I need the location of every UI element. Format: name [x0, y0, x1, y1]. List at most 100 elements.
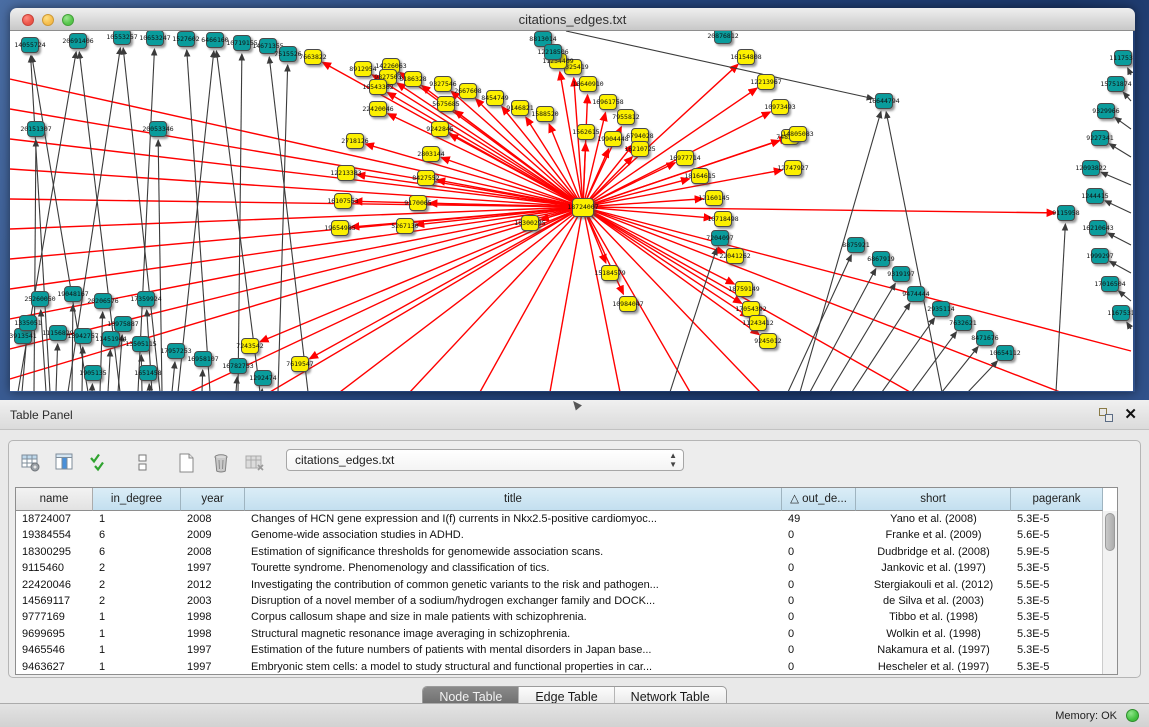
graph-node[interactable] — [1107, 76, 1125, 92]
graph-node[interactable] — [705, 190, 723, 206]
graph-node[interactable] — [996, 345, 1014, 361]
graph-node[interactable] — [521, 215, 539, 231]
network-canvas[interactable]: 1872400714226063891295498275031654336281… — [10, 31, 1133, 391]
delete-table-icon[interactable] — [209, 451, 233, 475]
graph-node[interactable] — [676, 150, 694, 166]
graph-node[interactable] — [233, 35, 251, 51]
row-height-icon[interactable] — [131, 451, 155, 475]
table-cell[interactable]: 1 — [93, 659, 181, 675]
table-row[interactable]: 911546021997Tourette syndrome. Phenomeno… — [16, 560, 1117, 576]
table-cell[interactable]: Estimation of significance thresholds fo… — [245, 544, 782, 560]
column-header[interactable]: △ out_de... — [782, 488, 856, 511]
table-row[interactable]: 1938455462009Genome-wide association stu… — [16, 527, 1117, 543]
network-window-titlebar[interactable]: citations_edges.txt — [10, 8, 1135, 31]
graph-node[interactable] — [167, 343, 185, 359]
table-cell[interactable]: 1 — [93, 626, 181, 642]
graph-node[interactable] — [976, 330, 994, 346]
table-cell[interactable]: 1998 — [181, 626, 245, 642]
table-cell[interactable]: 2 — [93, 560, 181, 576]
graph-node[interactable] — [726, 248, 744, 264]
table-cell[interactable]: Tourette syndrome. Phenomenology and cla… — [245, 560, 782, 576]
table-cell[interactable]: 2 — [93, 593, 181, 609]
table-cell[interactable]: 14569117 — [16, 593, 93, 609]
table-cell[interactable]: 9465546 — [16, 642, 93, 658]
table-settings-icon[interactable] — [19, 451, 43, 475]
table-cell[interactable]: 2 — [93, 577, 181, 593]
graph-node[interactable] — [631, 141, 649, 157]
graph-node[interactable] — [304, 49, 322, 65]
graph-node[interactable] — [932, 301, 950, 317]
graph-node[interactable] — [536, 106, 554, 122]
graph-node[interactable] — [1057, 205, 1075, 221]
graph-node[interactable] — [604, 131, 622, 147]
graph-node[interactable] — [577, 124, 595, 140]
graph-node[interactable] — [872, 251, 890, 267]
graph-node[interactable] — [1082, 160, 1100, 176]
graph-node[interactable] — [1089, 220, 1107, 236]
table-cell[interactable]: 0 — [782, 544, 856, 560]
graph-node[interactable] — [1114, 50, 1132, 66]
table-cell[interactable]: 5.9E-5 — [1011, 544, 1103, 560]
table-cell[interactable]: 18724007 — [16, 511, 93, 527]
select-all-icon[interactable] — [87, 451, 111, 475]
column-header[interactable]: short — [856, 488, 1011, 511]
graph-node[interactable] — [137, 291, 155, 307]
table-cell[interactable]: Corpus callosum shape and size in male p… — [245, 609, 782, 625]
table-cell[interactable]: 2009 — [181, 527, 245, 543]
table-cell[interactable]: Changes of HCN gene expression and I(f) … — [245, 511, 782, 527]
table-cell[interactable]: 1997 — [181, 642, 245, 658]
table-cell[interactable]: 6 — [93, 527, 181, 543]
graph-node[interactable] — [139, 365, 157, 381]
graph-node[interactable] — [94, 293, 112, 309]
graph-node[interactable] — [1086, 188, 1104, 204]
graph-node[interactable] — [1091, 130, 1109, 146]
table-cell[interactable]: 1 — [93, 511, 181, 527]
table-cell[interactable]: 19384554 — [16, 527, 93, 543]
graph-node[interactable] — [369, 101, 387, 117]
graph-node[interactable] — [259, 38, 277, 54]
graph-node[interactable] — [334, 193, 352, 209]
graph-node[interactable] — [749, 315, 767, 331]
table-cell[interactable]: Jankovic et al. (1997) — [856, 560, 1011, 576]
graph-node[interactable] — [74, 328, 92, 344]
table-row[interactable]: 1830029562008Estimation of significance … — [16, 544, 1117, 560]
graph-node[interactable] — [19, 315, 37, 331]
table-cell[interactable]: 1 — [93, 609, 181, 625]
graph-node[interactable] — [146, 31, 164, 46]
table-cell[interactable]: 1997 — [181, 659, 245, 675]
graph-node[interactable] — [113, 31, 131, 45]
table-cell[interactable]: Embryonic stem cells: a model to study s… — [245, 659, 782, 675]
table-cell[interactable]: 49 — [782, 511, 856, 527]
table-cell[interactable]: 5.5E-5 — [1011, 577, 1103, 593]
table-cell[interactable]: 2003 — [181, 593, 245, 609]
table-cell[interactable]: 2008 — [181, 544, 245, 560]
table-cell[interactable]: 6 — [93, 544, 181, 560]
graph-node[interactable] — [102, 331, 120, 347]
column-header[interactable]: title — [245, 488, 782, 511]
graph-node[interactable] — [572, 198, 594, 217]
graph-node[interactable] — [279, 46, 297, 62]
graph-node[interactable] — [691, 168, 709, 184]
graph-node[interactable] — [486, 90, 504, 106]
table-cell[interactable]: Estimation of the future numbers of pati… — [245, 642, 782, 658]
table-cell[interactable]: 22420046 — [16, 577, 93, 593]
graph-node[interactable] — [619, 296, 637, 312]
graph-node[interactable] — [27, 121, 45, 137]
table-cell[interactable]: Genome-wide association studies in ADHD. — [245, 527, 782, 543]
table-cell[interactable]: Hescheler et al. (1997) — [856, 659, 1011, 675]
graph-node[interactable] — [84, 365, 102, 381]
table-cell[interactable]: 5.3E-5 — [1011, 609, 1103, 625]
graph-node[interactable] — [31, 291, 49, 307]
import-table-icon-disabled[interactable] — [243, 451, 267, 475]
graph-node[interactable] — [206, 32, 224, 48]
graph-node[interactable] — [1091, 248, 1109, 264]
table-row[interactable]: 969969511998Structural magnetic resonanc… — [16, 626, 1117, 642]
memory-ok-icon[interactable] — [1126, 709, 1139, 722]
column-header[interactable]: name — [16, 488, 93, 511]
table-selector-dropdown[interactable]: citations_edges.txt ▲▼ — [286, 449, 684, 471]
graph-node[interactable] — [396, 218, 414, 234]
column-header[interactable]: year — [181, 488, 245, 511]
new-table-icon[interactable] — [175, 451, 199, 475]
graph-node[interactable] — [437, 96, 455, 112]
graph-node[interactable] — [601, 265, 619, 281]
